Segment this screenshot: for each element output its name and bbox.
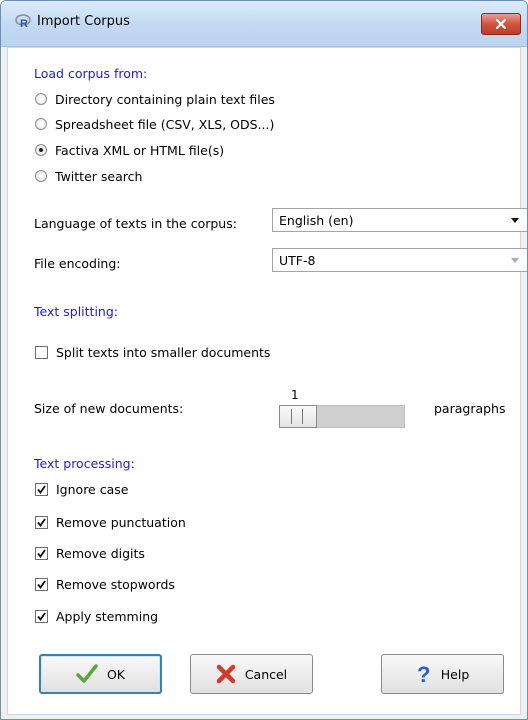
dropdown-arrow-icon bbox=[511, 257, 519, 263]
ok-label: OK bbox=[106, 666, 126, 682]
ok-check-icon bbox=[76, 664, 98, 684]
encoding-label: File encoding: bbox=[34, 256, 121, 271]
size-unit: paragraphs bbox=[434, 401, 506, 416]
dropdown-arrow-icon bbox=[511, 217, 519, 223]
language-select[interactable]: English (en) bbox=[272, 208, 527, 232]
checkbox[interactable] bbox=[35, 609, 48, 623]
checkmark-icon bbox=[37, 611, 46, 621]
size-label: Size of new documents: bbox=[34, 401, 184, 416]
checkmark-icon bbox=[37, 579, 46, 589]
radio-button[interactable] bbox=[35, 93, 47, 105]
svg-text:?: ? bbox=[417, 663, 430, 685]
language-value: English (en) bbox=[279, 212, 354, 228]
checkbox[interactable] bbox=[35, 482, 48, 496]
radio-directory[interactable]: Directory containing plain text files bbox=[35, 90, 275, 108]
checkbox-label: Remove stopwords bbox=[56, 576, 175, 592]
radio-label: Twitter search bbox=[55, 168, 143, 184]
import-corpus-dialog: R Import Corpus Load corpus from: Direct… bbox=[0, 0, 528, 720]
close-button[interactable] bbox=[481, 13, 521, 35]
title-bar[interactable]: R Import Corpus bbox=[1, 1, 527, 47]
split-texts-checkbox[interactable]: Split texts into smaller documents bbox=[35, 343, 270, 361]
checkbox-label: Split texts into smaller documents bbox=[56, 344, 271, 360]
cancel-label: Cancel bbox=[244, 666, 288, 682]
remove-punctuation-checkbox[interactable]: Remove punctuation bbox=[35, 513, 186, 531]
checkbox-label: Remove punctuation bbox=[56, 514, 186, 530]
close-icon bbox=[495, 18, 507, 30]
svg-text:R: R bbox=[20, 18, 28, 29]
checkbox[interactable] bbox=[35, 515, 48, 529]
radio-twitter[interactable]: Twitter search bbox=[35, 167, 142, 185]
radio-button[interactable] bbox=[35, 118, 47, 130]
slider-value: 1 bbox=[291, 388, 299, 402]
help-label: Help bbox=[440, 666, 470, 682]
text-splitting-label: Text splitting: bbox=[34, 304, 118, 319]
radio-label: Directory containing plain text files bbox=[55, 91, 275, 107]
radio-label: Spreadsheet file (CSV, XLS, ODS...) bbox=[55, 116, 275, 132]
ignore-case-checkbox[interactable]: Ignore case bbox=[35, 480, 128, 498]
apply-stemming-checkbox[interactable]: Apply stemming bbox=[35, 607, 158, 625]
checkmark-icon bbox=[37, 548, 46, 558]
checkbox[interactable] bbox=[35, 345, 48, 359]
radio-button[interactable] bbox=[35, 144, 47, 156]
size-slider-handle[interactable] bbox=[279, 405, 317, 428]
checkbox[interactable] bbox=[35, 546, 48, 560]
remove-stopwords-checkbox[interactable]: Remove stopwords bbox=[35, 575, 175, 593]
r-app-icon: R bbox=[15, 14, 31, 29]
checkbox[interactable] bbox=[35, 577, 48, 591]
cancel-x-icon bbox=[216, 664, 236, 684]
remove-digits-checkbox[interactable]: Remove digits bbox=[35, 544, 145, 562]
checkbox-label: Remove digits bbox=[56, 545, 145, 561]
radio-label: Factiva XML or HTML file(s) bbox=[55, 142, 225, 158]
cancel-button[interactable]: Cancel bbox=[190, 654, 313, 694]
radio-button[interactable] bbox=[35, 170, 47, 182]
radio-spreadsheet[interactable]: Spreadsheet file (CSV, XLS, ODS...) bbox=[35, 115, 274, 133]
encoding-value: UTF-8 bbox=[279, 252, 316, 268]
window-title: Import Corpus bbox=[37, 14, 130, 29]
checkbox-label: Ignore case bbox=[56, 481, 129, 497]
language-label: Language of texts in the corpus: bbox=[34, 216, 237, 231]
checkmark-icon bbox=[37, 484, 46, 494]
help-question-icon: ? bbox=[416, 663, 432, 685]
dialog-body: Load corpus from: Directory containing p… bbox=[7, 47, 527, 715]
encoding-select[interactable]: UTF-8 bbox=[272, 248, 527, 272]
radio-factiva[interactable]: Factiva XML or HTML file(s) bbox=[35, 141, 224, 159]
load-corpus-label: Load corpus from: bbox=[34, 66, 148, 81]
checkbox-label: Apply stemming bbox=[56, 608, 159, 624]
text-processing-label: Text processing: bbox=[34, 456, 135, 471]
help-button[interactable]: ? Help bbox=[381, 654, 504, 694]
checkmark-icon bbox=[37, 517, 46, 527]
ok-button[interactable]: OK bbox=[39, 654, 162, 694]
